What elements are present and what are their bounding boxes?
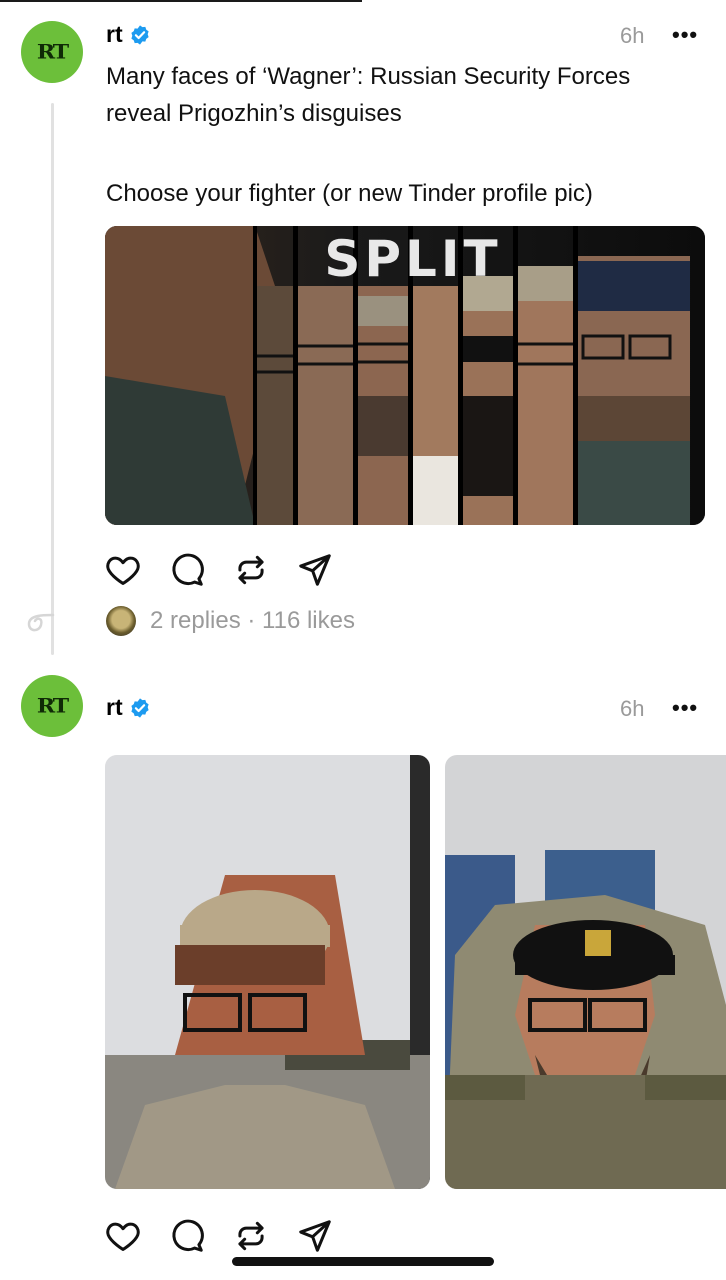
post-username[interactable]: rt xyxy=(106,694,151,721)
thread-loop-icon xyxy=(27,613,55,632)
username-text: rt xyxy=(106,694,123,720)
username-text: rt xyxy=(106,21,123,47)
post-actions xyxy=(104,551,334,589)
repost-icon[interactable] xyxy=(232,1217,270,1255)
post-text-line: reveal Prigozhin’s disguises xyxy=(106,100,402,127)
replier-avatar[interactable] xyxy=(106,606,136,636)
comment-icon[interactable] xyxy=(168,1217,206,1255)
more-icon[interactable]: ••• xyxy=(672,695,698,721)
post-time: 6h xyxy=(620,696,645,721)
post-image-split[interactable]: SPLIT xyxy=(105,226,705,525)
replies-likes-count[interactable]: 2 replies · 116 likes xyxy=(150,607,355,635)
rt-avatar[interactable]: RT xyxy=(21,21,83,83)
repost-icon[interactable] xyxy=(232,551,270,589)
verified-icon xyxy=(131,697,149,718)
avatar-logo-text: RT xyxy=(36,694,69,718)
uniform-selfie-photo xyxy=(445,755,726,1189)
split-movie-poster: SPLIT xyxy=(105,226,705,525)
share-icon[interactable] xyxy=(296,1217,334,1255)
poster-title: SPLIT xyxy=(324,230,501,288)
comment-icon[interactable] xyxy=(168,551,206,589)
heart-icon[interactable] xyxy=(104,551,142,589)
post-text-line: Many faces of ‘Wagner’: Russian Security… xyxy=(106,63,631,90)
verified-icon xyxy=(131,24,149,45)
top-divider xyxy=(0,0,362,2)
post-text: Many faces of ‘Wagner’: Russian Security… xyxy=(106,58,706,212)
rt-avatar[interactable]: RT xyxy=(21,675,83,737)
post-text-line: Choose your fighter (or new Tinder profi… xyxy=(106,180,593,207)
post-time: 6h xyxy=(620,23,645,48)
desert-selfie-photo xyxy=(105,755,430,1189)
home-indicator[interactable] xyxy=(232,1257,494,1266)
post-photo-2[interactable] xyxy=(445,755,726,1189)
thread-line xyxy=(51,103,54,655)
share-icon[interactable] xyxy=(296,551,334,589)
post-meta: 2 replies · 116 likes xyxy=(106,606,355,636)
avatar-logo-text: RT xyxy=(36,40,69,64)
more-icon[interactable]: ••• xyxy=(672,22,698,48)
post-username[interactable]: rt xyxy=(106,21,151,48)
post-actions xyxy=(104,1217,334,1255)
heart-icon[interactable] xyxy=(104,1217,142,1255)
post-photo-1[interactable] xyxy=(105,755,430,1189)
